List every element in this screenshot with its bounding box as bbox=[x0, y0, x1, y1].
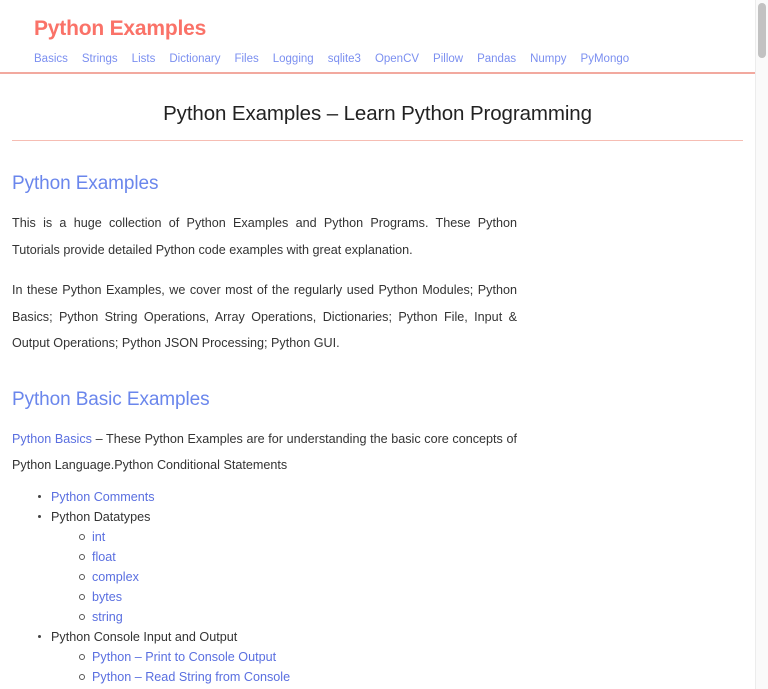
nav-link-strings[interactable]: Strings bbox=[82, 53, 118, 65]
nav-link-dictionary[interactable]: Dictionary bbox=[169, 53, 220, 65]
browser-viewport: Python Examples Basics Strings Lists Dictio… bbox=[0, 0, 768, 689]
nested-list-item[interactable]: Python – Read String from Console bbox=[79, 667, 743, 687]
nested-list-item[interactable]: int bbox=[79, 527, 743, 547]
list-item-link[interactable]: bytes bbox=[92, 590, 122, 604]
python-basics-link[interactable]: Python Basics bbox=[12, 432, 92, 446]
intro-paragraph-1: This is a huge collection of Python Exam… bbox=[12, 216, 517, 257]
site-title[interactable]: Python Examples bbox=[34, 16, 755, 42]
nav-link-logging[interactable]: Logging bbox=[273, 53, 314, 65]
nested-list-item[interactable]: complex bbox=[79, 567, 743, 587]
nav-link-pillow[interactable]: Pillow bbox=[433, 53, 463, 65]
page-canvas: Python Examples Basics Strings Lists Dictio… bbox=[0, 0, 755, 689]
nav-link-basics[interactable]: Basics bbox=[34, 53, 68, 65]
list-item-link[interactable]: complex bbox=[92, 570, 139, 584]
list-item: Python Console Input and Output Python – … bbox=[38, 627, 743, 689]
list-item-label: Python Datatypes bbox=[51, 509, 151, 524]
nested-list: Python – Print to Console Output Python –… bbox=[51, 647, 743, 689]
page-title: Python Examples – Learn Python Programmi… bbox=[163, 102, 592, 125]
intro-paragraph-2: In these Python Examples, we cover most … bbox=[12, 283, 517, 350]
list-item-link[interactable]: int bbox=[92, 530, 105, 544]
vertical-scrollbar[interactable] bbox=[755, 0, 768, 689]
list-item-link[interactable]: Python – Read String from Console bbox=[92, 670, 290, 684]
main-content: Python Examples – Learn Python Programmi… bbox=[0, 100, 755, 689]
nav-link-opencv[interactable]: OpenCV bbox=[375, 53, 419, 65]
nav-link-pymongo[interactable]: PyMongo bbox=[581, 53, 630, 65]
nav-link-numpy[interactable]: Numpy bbox=[530, 53, 566, 65]
list-item-link[interactable]: float bbox=[92, 550, 116, 564]
site-header: Python Examples Basics Strings Lists Dictio… bbox=[0, 0, 755, 74]
nav-link-files[interactable]: Files bbox=[234, 53, 258, 65]
list-item-link[interactable]: Python Comments bbox=[51, 490, 155, 504]
nested-list-item[interactable]: string bbox=[79, 607, 743, 627]
title-divider bbox=[12, 140, 743, 141]
nested-list-item[interactable]: bytes bbox=[79, 587, 743, 607]
python-basics-list: Python Comments Python Datatypes int float c… bbox=[12, 487, 743, 689]
list-item: Python Datatypes int float complex bytes stri… bbox=[38, 507, 743, 627]
scrollbar-thumb[interactable] bbox=[758, 3, 766, 58]
list-item-link[interactable]: string bbox=[92, 610, 123, 624]
nav-link-sqlite3[interactable]: sqlite3 bbox=[328, 53, 361, 65]
nested-list-item[interactable]: Python – Print to Console Output bbox=[79, 647, 743, 667]
nested-list-item[interactable]: float bbox=[79, 547, 743, 567]
list-item[interactable]: Python Comments bbox=[38, 487, 743, 507]
list-item-label: Python Console Input and Output bbox=[51, 629, 238, 644]
section-heading-python-examples: Python Examples bbox=[12, 173, 159, 194]
section-heading-python-basic-examples: Python Basic Examples bbox=[12, 388, 210, 410]
nav-link-lists[interactable]: Lists bbox=[132, 53, 156, 65]
main-navigation: Basics Strings Lists Dictionary Files Logging… bbox=[34, 53, 755, 65]
nav-link-pandas[interactable]: Pandas bbox=[477, 53, 516, 65]
list-item-link[interactable]: Python – Print to Console Output bbox=[92, 650, 276, 664]
nested-list: int float complex bytes string bbox=[51, 527, 743, 627]
basics-intro-paragraph: Python Basics – These Python Examples ar… bbox=[12, 426, 517, 479]
